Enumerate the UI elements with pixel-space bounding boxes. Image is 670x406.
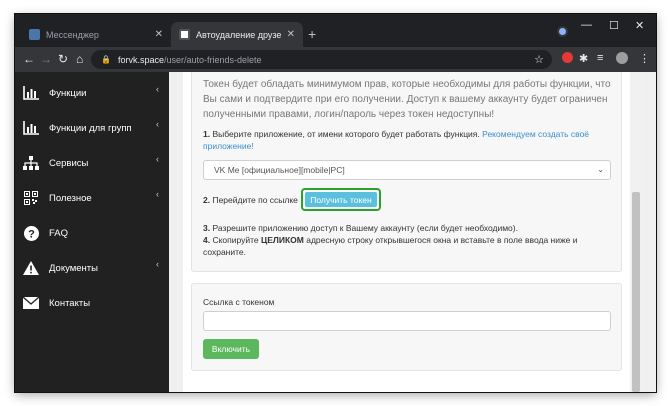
chevron-left-icon: ‹ [156,189,159,199]
step-1: 1. Выберите приложение, от имени которог… [203,128,613,152]
step-text: Разрешите приложению доступ к Вашему акк… [212,223,518,233]
sidebar: Функции ‹ Функции для групп ‹ Сервисы ‹ … [15,72,169,392]
page-viewport: Функции ‹ Функции для групп ‹ Сервисы ‹ … [15,72,656,392]
new-tab-button[interactable]: + [308,26,316,42]
step-text: адресную строку открывшегося окна и вста… [203,235,578,257]
page-favicon-icon [179,29,190,40]
step-emphasis: ЦЕЛИКОМ [261,235,304,245]
chevron-left-icon: ‹ [156,154,159,164]
reload-button[interactable]: ↻ [58,52,68,66]
question-circle-icon: ? [22,224,40,242]
sidebar-item-label: Функции [49,87,87,99]
vk-favicon-icon [29,29,40,40]
step-2: 2. Перейдите по ссылке [203,194,298,206]
sidebar-item-label: Полезное [49,192,92,204]
home-button[interactable]: ⌂ [76,52,83,66]
bar-chart-icon [22,119,40,137]
svg-text:?: ? [28,228,35,240]
sidebar-item-faq[interactable]: ? FAQ [15,218,169,248]
get-token-button[interactable]: Получить токен [305,192,377,207]
tab-title: Автоудаление друзей с FORVK [196,29,281,40]
sidebar-item-group-functions[interactable]: Функции для групп ‹ [15,113,169,143]
enable-button[interactable]: Включить [203,339,259,359]
step-text: Выберите приложение, от имени которого б… [212,129,480,139]
chevron-left-icon: ‹ [156,84,159,94]
chevron-left-icon: ‹ [156,119,159,129]
main-content: Токен будет обладать минимумом прав, кот… [183,72,642,392]
step-number: 3. [203,223,211,233]
step-number: 1. [203,129,211,139]
tab-close-icon[interactable]: ✕ [155,29,163,40]
scrollbar-thumb[interactable] [632,192,640,392]
profile-indicator-icon[interactable] [557,26,568,37]
chevron-left-icon: ‹ [156,259,159,269]
menu-icon[interactable]: ⋮ [639,52,650,65]
minimize-button[interactable]: — [581,19,592,31]
sidebar-item-contacts[interactable]: Контакты [15,288,169,318]
star-icon[interactable]: ☆ [534,53,544,66]
page-scrollbar[interactable] [630,72,642,392]
step-text: Перейдите по ссылке [212,195,298,205]
app-select[interactable]: VK Me [официальное][mobile|PC] ⌄ [203,160,611,180]
token-link-input[interactable] [203,311,611,331]
browser-window: Мессенджер ✕ Автоудаление друзей с FORVK… [15,14,656,392]
media-icon[interactable]: ≡ [597,52,603,64]
step-number: 4. [203,235,211,245]
step-4: 4. Скопируйте ЦЕЛИКОМ адресную строку от… [203,234,613,258]
chevron-down-icon: ⌄ [597,165,604,174]
envelope-icon [22,294,40,312]
sidebar-item-services[interactable]: Сервисы ‹ [15,148,169,178]
close-window-button[interactable]: ✕ [635,19,644,32]
lock-icon[interactable]: 🔒 [101,55,111,64]
sidebar-item-functions[interactable]: Функции ‹ [15,78,169,108]
extension-badge-icon[interactable] [562,52,573,63]
url-host: forvk.space [117,54,164,65]
bar-chart-icon [22,84,40,102]
url-path: /user/auto-friends-delete [164,54,262,65]
step-3: 3. Разрешите приложению доступ к Вашему … [203,222,613,234]
sidebar-item-label: Сервисы [49,157,89,169]
tab-strip: Мессенджер ✕ Автоудаление друзей с FORVK… [15,14,656,47]
qrcode-icon [22,189,40,207]
sidebar-item-label: Контакты [49,297,91,309]
puzzle-icon[interactable]: ✱ [579,52,588,65]
sidebar-item-label: Функции для групп [49,122,132,134]
get-token-button-highlight: Получить токен [301,188,381,211]
tab-title: Мессенджер [46,29,99,40]
browser-toolbar: ← → ↻ ⌂ 🔒 forvk.space/user/auto-friends-… [15,47,656,72]
tab-close-icon[interactable]: ✕ [287,29,295,40]
step-text: Скопируйте [212,235,259,245]
sidebar-item-documents[interactable]: Документы ‹ [15,253,169,283]
app-select-value: VK Me [официальное][mobile|PC] [214,165,345,175]
sidebar-item-label: FAQ [49,227,69,239]
profile-avatar[interactable] [616,52,628,64]
address-bar[interactable]: 🔒 forvk.space/user/auto-friends-delete ☆ [91,50,552,69]
token-field-label: Ссылка с токеном [203,297,275,307]
token-form-card: Ссылка с токеном Включить [191,283,622,371]
back-button[interactable]: ← [23,52,35,66]
forward-button[interactable]: → [40,52,52,66]
token-instructions-card: Токен будет обладать минимумом прав, кот… [191,72,622,272]
tab-auto-friends-delete[interactable]: Автоудаление друзей с FORVK ✕ [171,22,303,47]
warning-icon [22,259,40,277]
tab-messenger[interactable]: Мессенджер ✕ [21,22,171,47]
sitemap-icon [22,154,40,172]
sidebar-item-label: Документы [49,262,98,274]
token-info-text: Токен будет обладать минимумом прав, кот… [203,79,611,120]
maximize-button[interactable]: ☐ [609,19,619,32]
step-number: 2. [203,195,211,205]
sidebar-item-useful[interactable]: Полезное ‹ [15,183,169,213]
